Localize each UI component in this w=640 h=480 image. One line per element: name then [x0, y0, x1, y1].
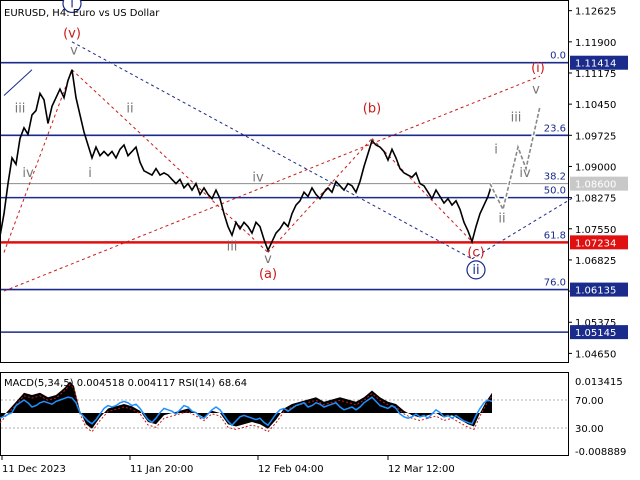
x-tick-label: 12 Feb 04:00 [258, 464, 324, 475]
wave-label: (a) [259, 267, 277, 282]
chart-canvas: 1.12625 1.11900 1.11175 1.10450 1.09725 1.090… [0, 0, 640, 480]
x-tick-label: 11 Dec 2023 [2, 464, 66, 475]
wave-label: iv [519, 166, 531, 181]
indicator-tick-label: -0.008889 [575, 447, 626, 458]
wave-label: iii [511, 110, 522, 125]
wave-label: (b) [363, 102, 381, 117]
wave-label: ii [472, 263, 479, 278]
wave-label: iv [252, 171, 264, 186]
wave-label: v [70, 44, 78, 59]
wave-label: (i) [531, 61, 545, 76]
fib-label: 23.6 [544, 123, 566, 134]
indicator-tick-label: 0.013415 [575, 377, 623, 388]
indicator-tick-label: 30.00 [575, 424, 604, 435]
y-tick-label: 1.07550 [575, 225, 616, 236]
y-tick-label: 1.09000 [575, 162, 616, 173]
wave-label: (c) [467, 246, 484, 261]
wave-label: ii [498, 211, 505, 226]
fib-label: 76.0 [544, 278, 566, 289]
wave-label: iv [22, 166, 34, 181]
wave-label: iii [15, 102, 26, 117]
wave-label: (v) [63, 27, 81, 42]
wave-label: ii [126, 102, 133, 117]
y-tick-label: 1.11175 [575, 69, 616, 80]
y-tick-label: 1.08275 [575, 194, 616, 205]
price-tag-label: 1.11414 [575, 59, 616, 70]
price-tag-label: 1.07234 [575, 238, 616, 249]
fib-label: 61.8 [544, 230, 566, 241]
y-tick-label: 1.10450 [575, 100, 616, 111]
price-tag-label: 1.08600 [575, 180, 616, 191]
fib-label: 50.0 [544, 186, 566, 197]
y-tick-label: 1.11900 [575, 38, 616, 49]
indicator-header: MACD(5,34,5) 0.004518 0.004117 RSI(14) 6… [4, 378, 247, 389]
fib-label: 38.2 [544, 172, 566, 183]
wave-label: v [532, 82, 540, 97]
y-tick-label: 1.12625 [575, 7, 616, 18]
x-tick-label: 12 Mar 12:00 [388, 464, 455, 475]
chart-header: EURUSD, H4: Euro vs US Dollar [4, 8, 160, 19]
wave-label: iii [227, 239, 238, 254]
y-tick-label: 1.06825 [575, 256, 616, 267]
wave-label: i [494, 143, 498, 158]
indicator-tick-label: 70.00 [575, 396, 604, 407]
y-tick-label: 1.04650 [575, 349, 616, 360]
x-tick-label: 11 Jan 20:00 [130, 464, 193, 475]
y-tick-label: 1.09725 [575, 131, 616, 142]
price-tag-label: 1.06135 [575, 286, 616, 297]
fib-label: 0.0 [550, 51, 566, 62]
wave-label: v [264, 252, 272, 267]
wave-label: i [88, 166, 92, 181]
price-tag-label: 1.05145 [575, 328, 616, 339]
